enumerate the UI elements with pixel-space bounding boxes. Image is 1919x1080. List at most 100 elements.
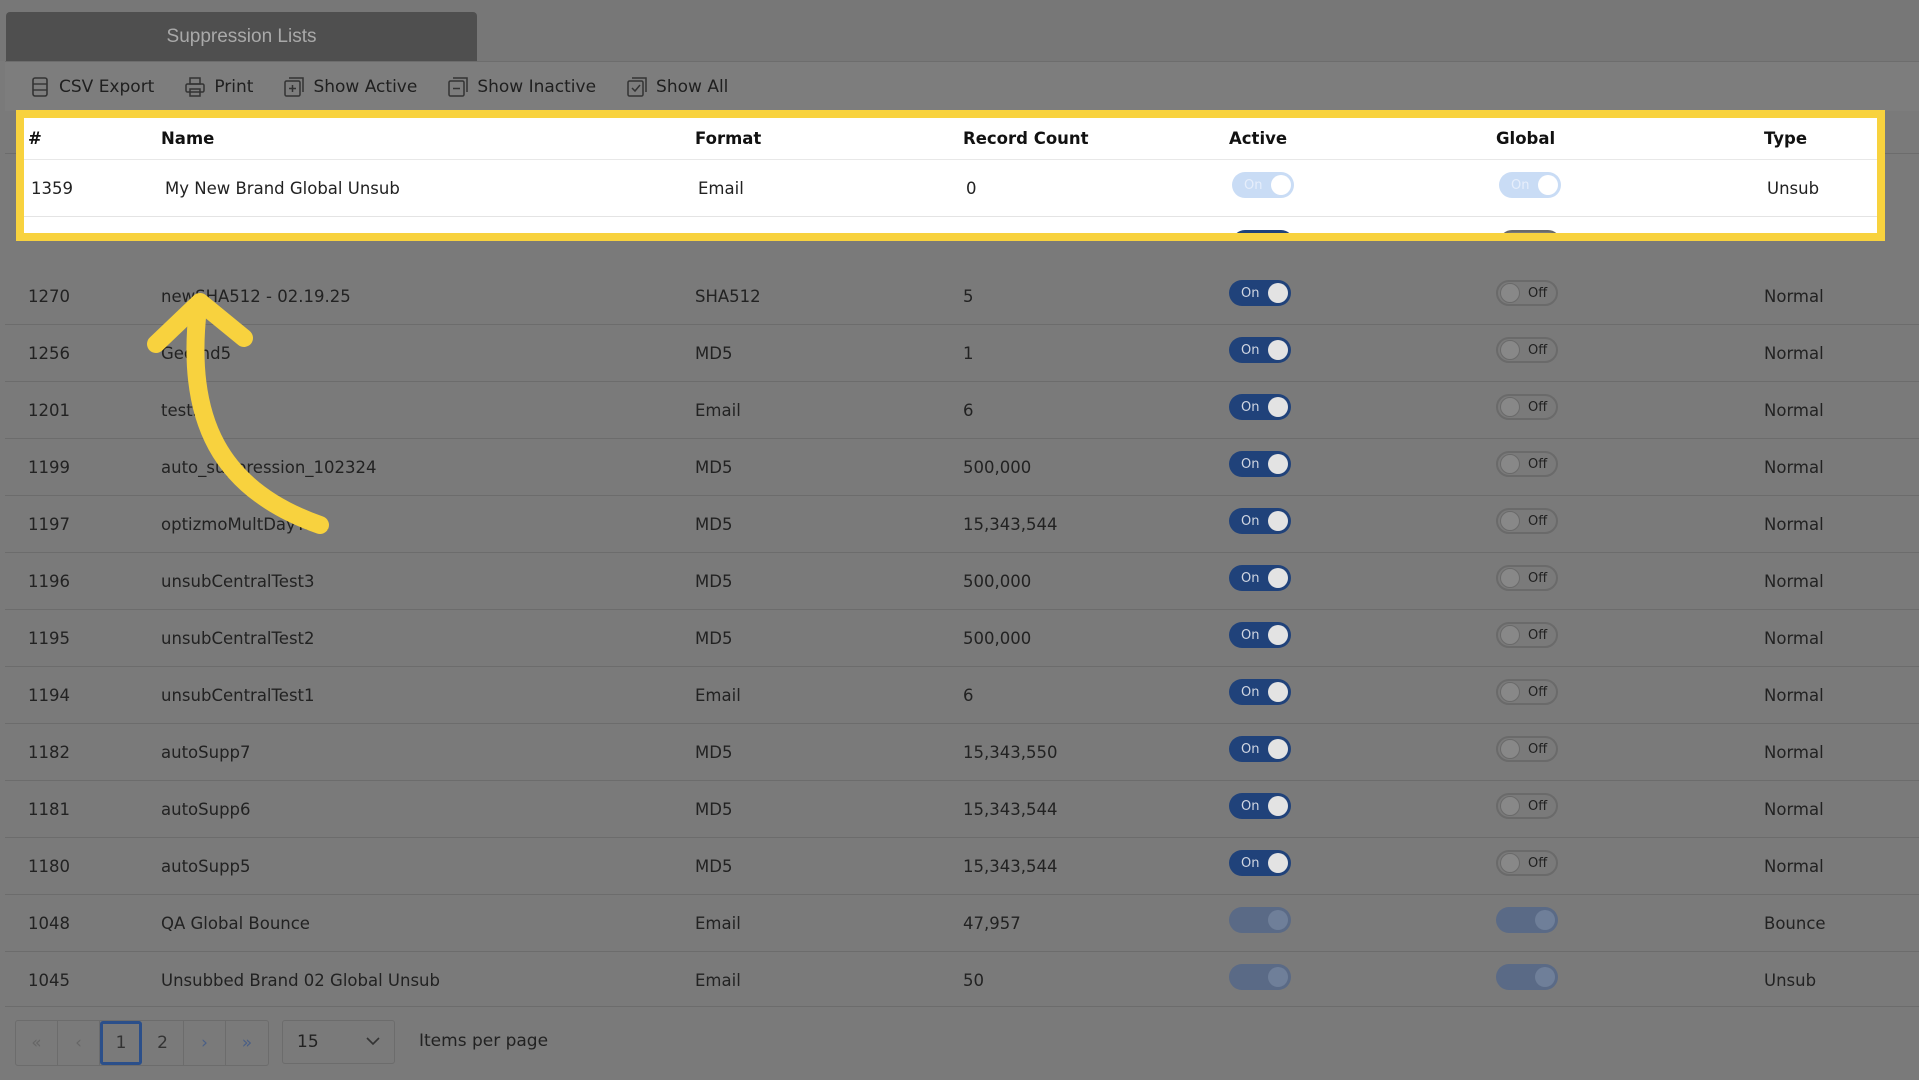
row-name[interactable]: My New Brand Global Unsub (165, 160, 400, 216)
show-inactive-label: Show Inactive (477, 76, 597, 97)
toggle-label: On (1241, 342, 1260, 358)
print-button[interactable]: Print (184, 76, 253, 98)
page-1-button[interactable]: 1 (100, 1021, 142, 1065)
toggle-knob (1271, 175, 1291, 195)
row-name[interactable]: unsubCentralTest1 (161, 667, 315, 723)
table-row[interactable]: 1045 Unsubbed Brand 02 Global Unsub Email 5… (5, 952, 1919, 1009)
row-name[interactable]: autoSupp7 (161, 724, 251, 780)
active-toggle[interactable]: On (1229, 451, 1291, 477)
row-active: On (1229, 553, 1291, 609)
row-global: Off (1496, 838, 1558, 894)
row-record-count: 6 (963, 400, 974, 420)
toggle-label: On (1241, 399, 1260, 415)
toggle-knob (1500, 625, 1520, 645)
active-toggle (1229, 964, 1291, 990)
table-row[interactable]: 1196 unsubCentralTest3 MD5 500,000 On Off Norm… (5, 553, 1919, 610)
row-global: Off (1496, 439, 1558, 495)
page-2-button[interactable]: 2 (142, 1021, 184, 1065)
row-global: Off (1496, 667, 1558, 723)
active-toggle[interactable]: On (1232, 172, 1294, 198)
row-id: 1201 (28, 400, 70, 420)
show-inactive-icon (448, 76, 469, 97)
global-toggle[interactable]: Off (1499, 229, 1561, 233)
row-format: MD5 (695, 457, 733, 477)
active-toggle[interactable]: On (1229, 565, 1291, 591)
row-format: Email (695, 913, 741, 933)
row-name[interactable]: autoSupp6 (161, 781, 251, 837)
column-header-record-count[interactable]: Record Count (963, 118, 1089, 159)
csv-export-button[interactable]: CSV Export (29, 76, 154, 98)
column-header-format[interactable]: Format (695, 118, 761, 159)
show-inactive-button[interactable]: Show Inactive (447, 76, 596, 98)
active-toggle[interactable]: On (1229, 394, 1291, 420)
global-toggle[interactable]: Off (1496, 508, 1558, 534)
table-row[interactable]: 1182 autoSupp7 MD5 15,343,550 On Off Normal (5, 724, 1919, 781)
table-row[interactable]: 1180 autoSupp5 MD5 15,343,544 On Off Normal (5, 838, 1919, 895)
active-toggle[interactable]: On (1229, 508, 1291, 534)
curved-arrow-annotation (147, 293, 329, 534)
active-toggle[interactable]: On (1229, 736, 1291, 762)
active-toggle[interactable]: On (1229, 850, 1291, 876)
toggle-label: Off (1528, 513, 1548, 529)
global-toggle[interactable]: Off (1496, 394, 1558, 420)
row-record-count: 5 (963, 286, 974, 306)
column-header-name[interactable]: Name (161, 118, 214, 159)
table-row[interactable]: 1048 QA Global Bounce Email 47,957 Bounce (5, 895, 1919, 952)
global-toggle[interactable]: Off (1496, 280, 1558, 306)
row-name[interactable]: unsubCentralTest2 (161, 610, 315, 666)
table-row[interactable]: 1359 My New Brand Global Unsub Email 0 O… (24, 160, 1877, 217)
table-row[interactable]: 1195 unsubCentralTest2 MD5 500,000 On Off Norm… (5, 610, 1919, 667)
active-toggle[interactable]: On (1229, 280, 1291, 306)
row-name[interactable]: newSupp - 3.11.25 (165, 217, 320, 233)
row-name[interactable]: autoSupp5 (161, 838, 251, 894)
global-toggle[interactable]: Off (1496, 337, 1558, 363)
active-toggle[interactable]: On (1229, 679, 1291, 705)
toggle-label: Off (1528, 855, 1548, 871)
toggle-label: On (1511, 177, 1530, 193)
toggle-knob (1500, 739, 1520, 759)
column-header-type[interactable]: Type (1764, 118, 1807, 159)
column-header-id[interactable]: # (28, 118, 42, 159)
row-global: Off (1496, 325, 1558, 381)
row-global: Off (1496, 496, 1558, 552)
toggle-knob (1268, 283, 1288, 303)
toggle-knob (1500, 397, 1520, 417)
active-toggle[interactable]: On (1232, 229, 1294, 233)
column-header-global[interactable]: Global (1496, 118, 1555, 159)
table-row[interactable]: 1194 unsubCentralTest1 Email 6 On Off Normal (5, 667, 1919, 724)
table-row[interactable]: 1301 newSupp - 3.11.25 Email 1 On Off No… (24, 217, 1877, 233)
active-toggle[interactable]: On (1229, 337, 1291, 363)
global-toggle (1496, 907, 1558, 933)
global-toggle[interactable]: On (1499, 172, 1561, 198)
column-header-active[interactable]: Active (1229, 118, 1287, 159)
global-toggle[interactable]: Off (1496, 850, 1558, 876)
active-toggle[interactable]: On (1229, 622, 1291, 648)
items-per-page-label: Items per page (419, 1031, 549, 1051)
global-toggle[interactable]: Off (1496, 793, 1558, 819)
row-active: On (1229, 667, 1291, 723)
row-name[interactable]: Unsubbed Brand 02 Global Unsub (161, 952, 440, 1008)
previous-page-button[interactable]: ‹ (58, 1021, 100, 1065)
global-toggle[interactable]: Off (1496, 451, 1558, 477)
next-page-button[interactable]: › (184, 1021, 226, 1065)
tab-suppression-lists[interactable]: Suppression Lists (6, 12, 477, 61)
row-type: Unsub (1767, 178, 1820, 198)
global-toggle[interactable]: Off (1496, 736, 1558, 762)
row-active: On (1232, 217, 1294, 233)
row-name[interactable]: unsubCentralTest3 (161, 553, 315, 609)
first-page-button[interactable]: « (16, 1021, 58, 1065)
row-name[interactable]: QA Global Bounce (161, 895, 310, 951)
show-all-button[interactable]: Show All (626, 76, 728, 98)
row-global: Off (1496, 724, 1558, 780)
global-toggle[interactable]: Off (1496, 679, 1558, 705)
table-row[interactable]: 1181 autoSupp6 MD5 15,343,544 On Off Normal (5, 781, 1919, 838)
global-toggle[interactable]: Off (1496, 565, 1558, 591)
page-size-select[interactable]: 15 (282, 1020, 395, 1064)
show-active-button[interactable]: Show Active (283, 76, 417, 98)
row-active: On (1229, 382, 1291, 438)
print-label: Print (214, 76, 254, 97)
active-toggle[interactable]: On (1229, 793, 1291, 819)
row-format: Email (695, 970, 741, 990)
last-page-button[interactable]: » (226, 1021, 268, 1065)
global-toggle[interactable]: Off (1496, 622, 1558, 648)
